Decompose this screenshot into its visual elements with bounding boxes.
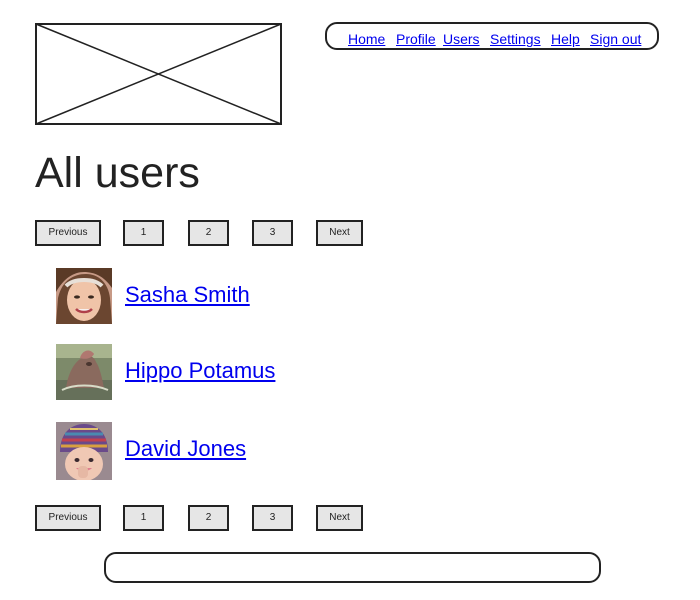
user-name-link[interactable]: Sasha Smith (125, 282, 250, 308)
previous-page-button[interactable]: Previous (35, 505, 101, 531)
list-item: Hippo Potamus (56, 344, 456, 400)
hippo-avatar[interactable] (56, 344, 112, 400)
nav-link-help[interactable]: Help (551, 31, 580, 47)
logo-placeholder (35, 23, 282, 125)
user-name-link[interactable]: David Jones (125, 436, 246, 462)
woman-headband-avatar[interactable] (56, 268, 112, 324)
list-item: David Jones (56, 422, 456, 480)
page-2-button[interactable]: 2 (188, 505, 229, 531)
page-1-button[interactable]: 1 (123, 220, 164, 246)
previous-page-button[interactable]: Previous (35, 220, 101, 246)
nav-link-home[interactable]: Home (348, 31, 385, 47)
list-item: Sasha Smith (56, 268, 456, 324)
image-placeholder-icon (35, 23, 282, 125)
pagination-top: Previous 1 2 3 Next (0, 220, 700, 246)
page-2-button[interactable]: 2 (188, 220, 229, 246)
next-page-button[interactable]: Next (316, 220, 363, 246)
page-1-button[interactable]: 1 (123, 505, 164, 531)
user-name-link[interactable]: Hippo Potamus (125, 358, 275, 384)
page-3-button[interactable]: 3 (252, 220, 293, 246)
nav-link-users[interactable]: Users (443, 31, 480, 47)
main-nav: Home Profile Users Settings Help Sign ou… (325, 22, 659, 50)
child-knit-hat-avatar[interactable] (56, 422, 112, 480)
page-3-button[interactable]: 3 (252, 505, 293, 531)
nav-link-sign-out[interactable]: Sign out (590, 31, 641, 47)
nav-link-settings[interactable]: Settings (490, 31, 541, 47)
page-title: All users (35, 149, 200, 197)
next-page-button[interactable]: Next (316, 505, 363, 531)
pagination-bottom: Previous 1 2 3 Next (0, 505, 700, 531)
nav-link-profile[interactable]: Profile (396, 31, 436, 47)
footer (104, 552, 601, 583)
